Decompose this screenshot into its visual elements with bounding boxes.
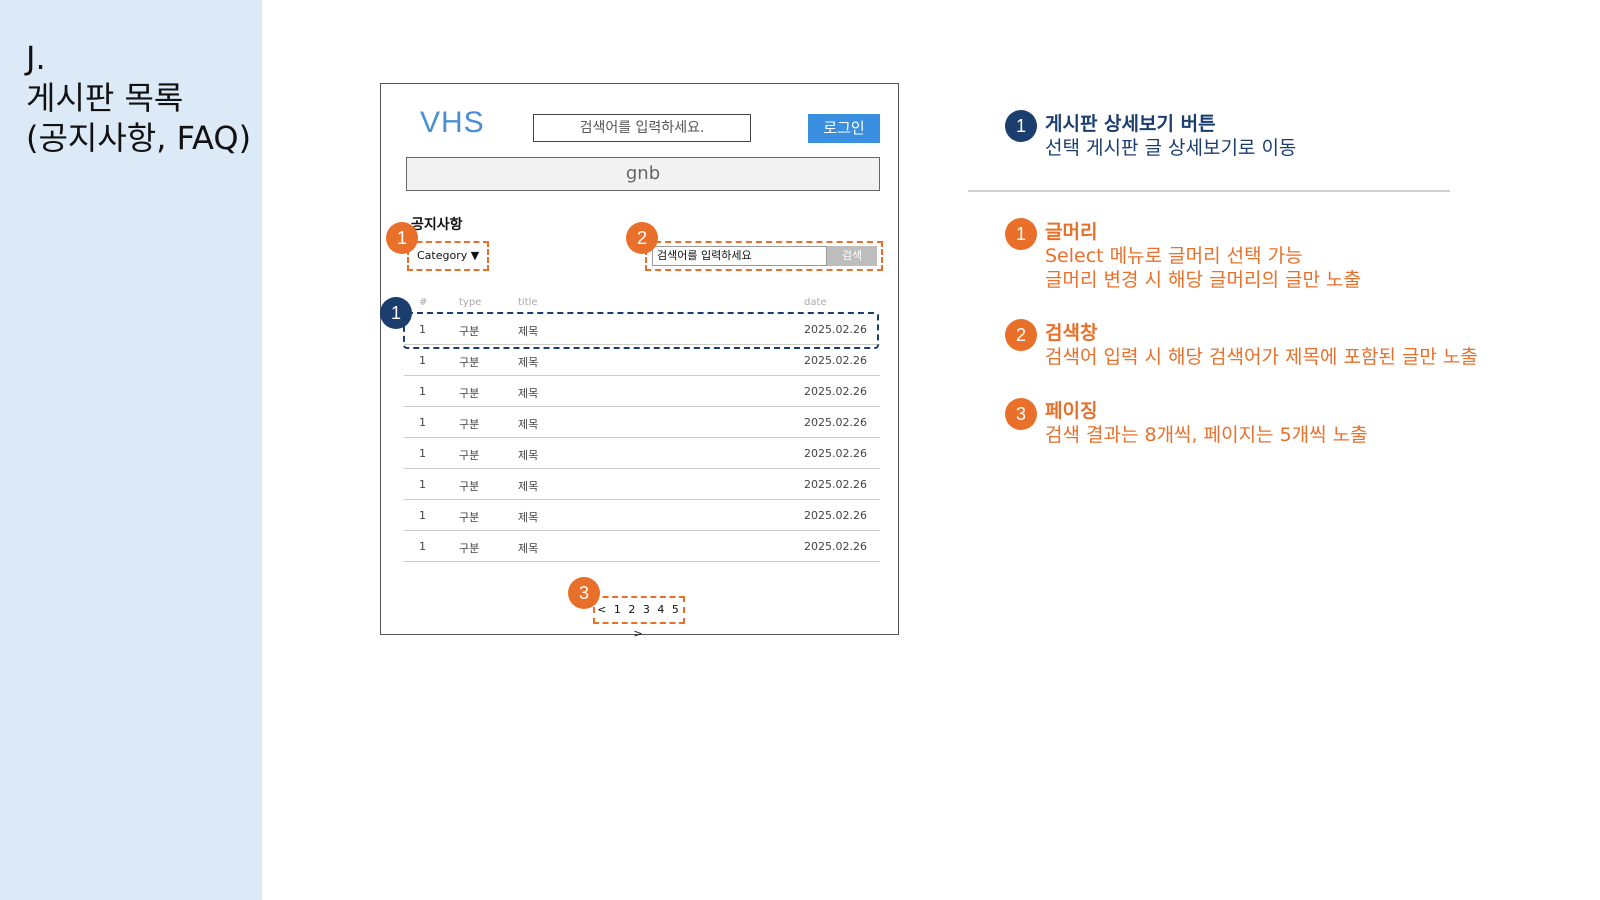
row-badge: 1 [380,297,412,329]
login-button[interactable]: 로그인 [808,114,880,143]
slide-title-line: (공지사항, FAQ) [26,119,252,157]
slide-title: J. 게시판 목록 (공지사항, FAQ) [26,38,251,158]
annotation-paging-badge: 3 [1005,398,1037,430]
column-header-date: date [804,297,827,308]
table-row[interactable]: 1 구분 제목 2025.02.26 [404,500,880,531]
slide-title-line: J. [26,39,46,77]
annotation-search: 검색창 검색어 입력 시 해당 검색어가 제목에 포함된 글만 노출 [1045,321,1478,369]
row-date: 2025.02.26 [804,416,867,429]
annotation-paging: 페이징 검색 결과는 8개씩, 페이지는 5개씩 노출 [1045,399,1368,447]
table-row[interactable]: 1 구분 제목 2025.02.26 [404,469,880,500]
row-type: 구분 [459,387,480,400]
annotation-divider [968,190,1450,192]
slide-title-line: 게시판 목록 [26,79,184,117]
row-date: 2025.02.26 [804,478,867,491]
row-number: 1 [419,354,426,367]
category-select[interactable]: Category ▼ [407,241,489,271]
board-search-area: 검색어를 입력하세요 검색 [645,241,883,271]
row-number: 1 [419,385,426,398]
table-row[interactable]: 1 구분 제목 2025.02.26 [404,407,880,438]
table-row[interactable]: 1 구분 제목 2025.02.26 [404,531,880,562]
row-date: 2025.02.26 [804,447,867,460]
annotation-search-text: 검색어 입력 시 해당 검색어가 제목에 포함된 글만 노출 [1045,346,1478,368]
row-title[interactable]: 제목 [518,540,538,556]
annotation-category-text: Select 메뉴로 글머리 선택 가능 [1045,245,1303,267]
row-type: 구분 [459,418,480,431]
row-type: 구분 [459,542,480,555]
gnb-bar[interactable]: gnb [406,157,880,191]
annotation-detail: 게시판 상세보기 버튼 선택 게시판 글 상세보기로 이동 [1045,112,1296,160]
board-search-button[interactable]: 검색 [827,246,877,266]
row-type: 구분 [459,356,480,369]
paging-badge: 3 [568,577,600,609]
annotation-paging-text: 검색 결과는 8개씩, 페이지는 5개씩 노출 [1045,424,1368,446]
site-logo[interactable]: VHS [420,106,485,140]
row-type: 구분 [459,511,480,524]
row-type: 구분 [459,449,480,462]
row-title[interactable]: 제목 [518,478,538,494]
annotation-category: 글머리 Select 메뉴로 글머리 선택 가능 글머리 변경 시 해당 글머리… [1045,220,1361,292]
annotation-detail-title: 게시판 상세보기 버튼 [1045,113,1216,135]
annotation-detail-badge: 1 [1005,110,1037,142]
board-list-mockup: VHS 검색어를 입력하세요. 로그인 gnb 공지사항 Category ▼ … [380,83,899,640]
category-badge: 1 [386,222,418,254]
pagination[interactable]: < 1 2 3 4 5 > [593,596,685,640]
row-title[interactable]: 제목 [518,354,538,370]
column-header-title: title [518,297,538,308]
row-number: 1 [419,447,426,460]
row-detail-highlight [403,312,879,349]
annotation-category-text: 글머리 변경 시 해당 글머리의 글만 노출 [1045,269,1361,291]
annotation-category-badge: 1 [1005,218,1037,250]
top-search-input[interactable]: 검색어를 입력하세요. [533,114,751,142]
column-header-number: # [419,297,428,308]
row-number: 1 [419,540,426,553]
column-header-type: type [459,297,482,308]
row-date: 2025.02.26 [804,354,867,367]
row-date: 2025.02.26 [804,540,867,553]
row-title[interactable]: 제목 [518,416,538,432]
annotation-detail-text: 선택 게시판 글 상세보기로 이동 [1045,137,1297,159]
board-search-input[interactable]: 검색어를 입력하세요 [652,246,827,266]
table-row[interactable]: 1 구분 제목 2025.02.26 [404,376,880,407]
row-type: 구분 [459,480,480,493]
row-date: 2025.02.26 [804,509,867,522]
row-number: 1 [419,509,426,522]
row-number: 1 [419,478,426,491]
row-number: 1 [419,416,426,429]
row-title[interactable]: 제목 [518,509,538,525]
annotation-search-title: 검색창 [1045,322,1098,344]
annotation-search-badge: 2 [1005,319,1037,351]
board-title: 공지사항 [411,217,463,233]
annotation-paging-title: 페이징 [1045,400,1098,422]
annotation-category-title: 글머리 [1045,221,1098,243]
row-date: 2025.02.26 [804,385,867,398]
row-title[interactable]: 제목 [518,385,538,401]
table-row[interactable]: 1 구분 제목 2025.02.26 [404,345,880,376]
table-row[interactable]: 1 구분 제목 2025.02.26 [404,438,880,469]
row-title[interactable]: 제목 [518,447,538,463]
search-badge: 2 [626,222,658,254]
